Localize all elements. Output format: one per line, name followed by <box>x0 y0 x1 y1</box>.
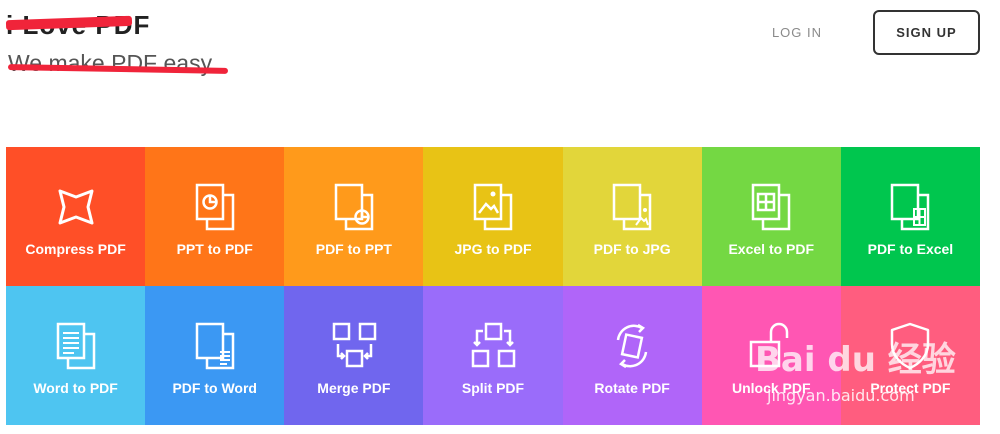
unlock-icon <box>750 322 789 368</box>
jpg-to-pdf-icon <box>473 183 513 231</box>
tool-tile-pdf-to-word[interactable]: PDF to Word <box>145 286 285 425</box>
tool-label: Unlock PDF <box>731 380 811 396</box>
tool-label: PDF to Excel <box>867 241 954 257</box>
pdf-to-excel-icon <box>891 183 930 231</box>
tool-label: Compress PDF <box>25 241 126 257</box>
tool-label: Merge PDF <box>317 380 391 396</box>
excel-to-pdf-icon <box>752 183 791 231</box>
pdf-to-word-icon <box>195 322 234 370</box>
tool-tile-unlock-pdf[interactable]: Unlock PDF <box>701 286 841 425</box>
tool-label: JPG to PDF <box>454 241 532 257</box>
tool-label: Word to PDF <box>33 380 118 396</box>
compress-icon <box>58 189 94 225</box>
logo-area[interactable]: i Love PDF We make PDF easy. <box>5 6 246 76</box>
tool-label: Protect PDF <box>870 380 951 396</box>
pdf-to-ppt-icon <box>334 183 374 231</box>
login-link[interactable]: LOG IN <box>760 22 834 44</box>
tool-label: PDF to Word <box>172 380 257 396</box>
tool-tile-merge-pdf[interactable]: Merge PDF <box>284 286 424 425</box>
tool-tile-ppt-to-pdf[interactable]: PPT to PDF <box>145 147 285 286</box>
tool-tile-compress-pdf[interactable]: Compress PDF <box>6 147 146 286</box>
tool-label: PDF to PPT <box>315 241 392 257</box>
tool-tile-word-to-pdf[interactable]: Word to PDF <box>6 286 146 425</box>
ppt-to-pdf-icon <box>195 183 234 231</box>
tool-tile-rotate-pdf[interactable]: Rotate PDF <box>562 286 702 425</box>
signup-button[interactable]: SIGN UP <box>873 10 980 55</box>
word-to-pdf-icon <box>56 322 95 370</box>
tool-label: Split PDF <box>461 380 525 396</box>
tool-tile-excel-to-pdf[interactable]: Excel to PDF <box>701 147 841 286</box>
tool-label: Excel to PDF <box>728 241 815 257</box>
tool-tile-jpg-to-pdf[interactable]: JPG to PDF <box>423 147 563 286</box>
tool-tile-protect-pdf[interactable]: Protect PDF <box>840 286 980 425</box>
tool-tile-pdf-to-excel[interactable]: PDF to Excel <box>840 147 980 286</box>
protect-icon <box>891 322 930 370</box>
split-icon <box>471 322 516 368</box>
rotate-icon <box>616 323 648 369</box>
pdf-to-jpg-icon <box>612 183 652 231</box>
tool-label: Rotate PDF <box>594 380 670 396</box>
tools-grid: Compress PDF PPT to PDF PDF to PPT JPG to P… <box>6 147 980 425</box>
tool-tile-pdf-to-jpg[interactable]: PDF to JPG <box>562 147 702 286</box>
tool-label: PPT to PDF <box>176 241 253 257</box>
tool-tile-pdf-to-ppt[interactable]: PDF to PPT <box>284 147 424 286</box>
merge-icon <box>332 322 377 368</box>
tool-label: PDF to JPG <box>593 241 671 257</box>
tool-tile-split-pdf[interactable]: Split PDF <box>423 286 563 425</box>
